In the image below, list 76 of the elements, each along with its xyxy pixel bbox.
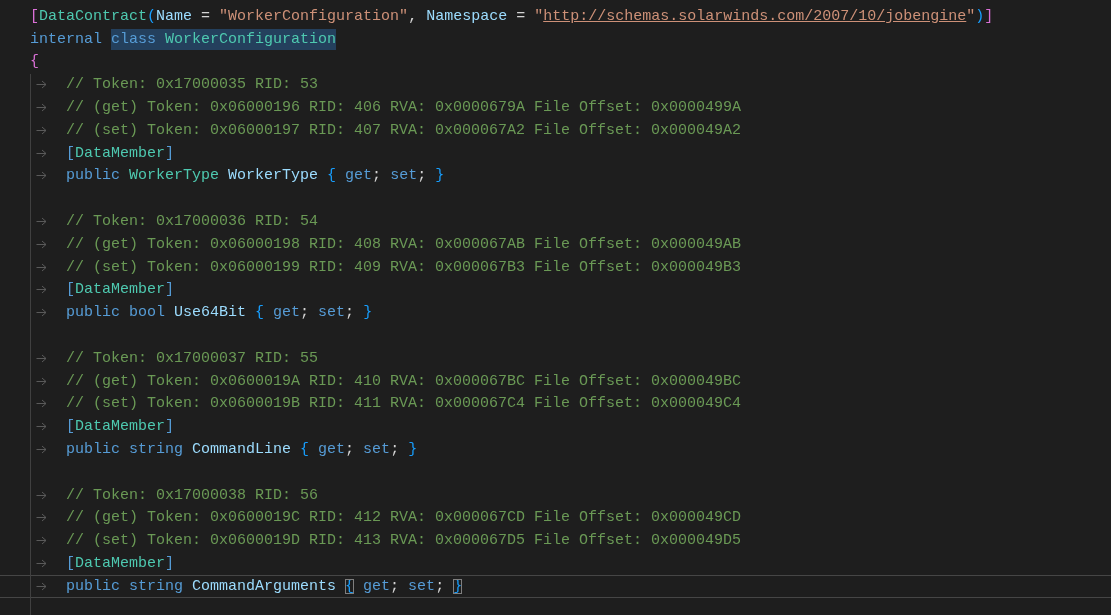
code-punctuation: ; [390,578,401,594]
code-keyword: public [66,305,121,321]
code-comment: // (get) Token: 0x0600019C RID: 412 RVA: 0x000067CD File Offset: 0x000049CD [66,510,742,526]
code-link: http://schemas.solarwinds.com/2007/10/jobengine [543,8,967,24]
code-string: " [534,8,544,24]
code-keyword: ] [165,556,175,571]
code-comment: // Token: 0x17000035 RID: 53 [66,77,319,93]
code-keyword: string [129,442,185,458]
code-type: DataMember [75,282,166,298]
code-punctuation: ; [372,168,383,184]
code-keyword: [ [66,419,75,435]
code-type: DataMember [75,419,166,435]
code-bracket: ] [984,8,994,24]
code-keyword: set [363,442,391,458]
code-punctuation: , [408,8,419,24]
code-punctuation: = [515,8,527,24]
code-punctuation: = [200,8,212,24]
code-keyword: set [318,305,346,321]
code-comment: // (set) Token: 0x0600019B RID: 411 RVA: 0x000067C4 File Offset: 0x000049C4 [66,396,742,412]
code-type: DataMember [75,145,166,161]
code-brace: { [255,305,265,321]
code-string: "WorkerConfiguration" [219,8,409,24]
code-type: DataContract [39,8,148,24]
code-brace: { [300,442,310,458]
code-comment: // Token: 0x17000037 RID: 55 [66,350,319,366]
code-identifier: Name [156,8,193,24]
code-bracket: { [30,54,39,70]
code-keyword: get [344,168,373,184]
code-punctuation: ; [345,305,356,321]
code-keyword: [ [66,145,75,161]
code-identifier: CommandLine [192,442,293,458]
code-keyword: [ [66,282,75,298]
code-comment: // (set) Token: 0x0600019D RID: 413 RVA: 0x000067D5 File Offset: 0x000049D5 [66,533,742,549]
code-comment: // (get) Token: 0x06000196 RID: 406 RVA: 0x0000679A File Offset: 0x0000499A [66,100,742,116]
code-type: WorkerConfiguration [165,28,337,50]
code-type: DataMember [75,556,166,571]
code-keyword: internal [30,31,103,47]
code-comment: // Token: 0x17000038 RID: 56 [66,487,319,503]
code-punctuation: ; [417,168,428,184]
code-brace: } [435,168,445,184]
code-keyword: set [408,578,436,594]
code-keyword: ] [165,145,175,161]
code-brace: { [327,168,337,184]
code-brace: } [408,442,418,458]
code-punctuation: ; [435,578,446,594]
code-keyword: get [317,442,346,458]
code-keyword: set [390,168,418,184]
code-string: " [966,8,976,24]
code-identifier: WorkerType [228,168,320,184]
code-keyword: public [66,442,121,458]
code-identifier: CommandArguments [192,578,338,594]
code-keyword: public [66,168,121,184]
code-keyword: get [362,578,391,594]
code-keyword: [ [66,556,75,571]
code-bracket: ( [147,8,157,24]
code-keyword: get [272,305,301,321]
code-punctuation: ; [390,442,401,458]
code-keyword: ] [165,282,175,298]
code-keyword: public [66,578,121,594]
code-bracket: [ [30,8,39,24]
code-keyword: class [111,28,166,50]
code-bracket: ) [975,8,985,24]
code-comment: // (set) Token: 0x06000197 RID: 407 RVA: 0x000067A2 File Offset: 0x000049A2 [66,122,742,138]
code-comment: // Token: 0x17000036 RID: 54 [66,214,319,230]
code-keyword: string [129,578,185,594]
code-keyword: ] [165,419,175,435]
code-identifier: Namespace [426,8,508,24]
code-comment: // (set) Token: 0x06000199 RID: 409 RVA: 0x000067B3 File Offset: 0x000049B3 [66,259,742,275]
code-comment: // (get) Token: 0x0600019A RID: 410 RVA: 0x000067BC File Offset: 0x000049BC [66,373,742,389]
code-keyword: bool [129,305,167,321]
code-identifier: Use64Bit [174,305,248,321]
code-punctuation: ; [300,305,311,321]
code-comment: // (get) Token: 0x06000198 RID: 408 RVA: 0x000067AB File Offset: 0x000049AB [66,236,742,252]
code-type: WorkerType [129,168,221,184]
code-punctuation: ; [345,442,356,458]
code-brace: } [363,305,373,321]
